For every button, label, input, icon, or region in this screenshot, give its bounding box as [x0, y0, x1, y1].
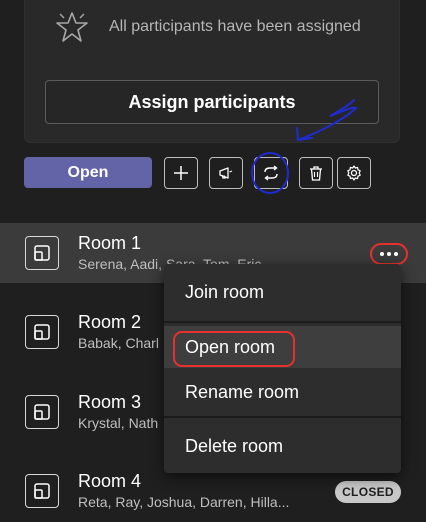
room-context-menu: Join room Open room Rename room Delete r… [164, 264, 401, 473]
assigned-status-row: All participants have been assigned [55, 11, 361, 43]
menu-divider [164, 321, 401, 323]
more-dot [394, 252, 398, 256]
add-room-button[interactable] [164, 157, 198, 189]
announcement-button[interactable] [209, 157, 243, 189]
menu-item-delete-room[interactable]: Delete room [164, 420, 401, 473]
star-icon [55, 11, 89, 43]
room-settings-button[interactable] [337, 157, 371, 189]
room-icon [25, 236, 59, 270]
menu-item-open-room[interactable]: Open room [164, 326, 401, 368]
more-dot [387, 252, 391, 256]
room-name: Room 4 [78, 471, 142, 491]
room-icon [25, 315, 59, 349]
more-options-button[interactable] [370, 243, 408, 265]
room-name: Room 3 [78, 392, 142, 412]
assigned-status-text: All participants have been assigned [109, 18, 361, 35]
recreate-rooms-button[interactable] [254, 157, 288, 189]
settings-icon [347, 165, 361, 181]
recreate-icon [264, 165, 278, 181]
room-members: Reta, Ray, Joshua, Darren, Hilla... [78, 494, 290, 510]
announcement-icon [219, 167, 233, 179]
menu-divider [164, 416, 401, 418]
room-icon [25, 474, 59, 508]
breakout-rooms-panel: All participants have been assigned Assi… [0, 0, 426, 522]
room-icon [25, 395, 59, 429]
menu-item-rename-room[interactable]: Rename room [164, 368, 401, 416]
assignment-card: All participants have been assigned Assi… [24, 0, 400, 143]
open-button[interactable]: Open [24, 157, 152, 188]
delete-icon [310, 166, 322, 181]
room-name: Room 2 [78, 312, 142, 332]
add-icon [174, 166, 188, 180]
menu-item-join-room[interactable]: Join room [164, 264, 401, 320]
room-name: Room 1 [78, 233, 142, 253]
assign-participants-button[interactable]: Assign participants [45, 80, 379, 124]
closed-status-badge: CLOSED [335, 481, 401, 503]
delete-rooms-button[interactable] [299, 157, 333, 189]
more-dot [380, 252, 384, 256]
